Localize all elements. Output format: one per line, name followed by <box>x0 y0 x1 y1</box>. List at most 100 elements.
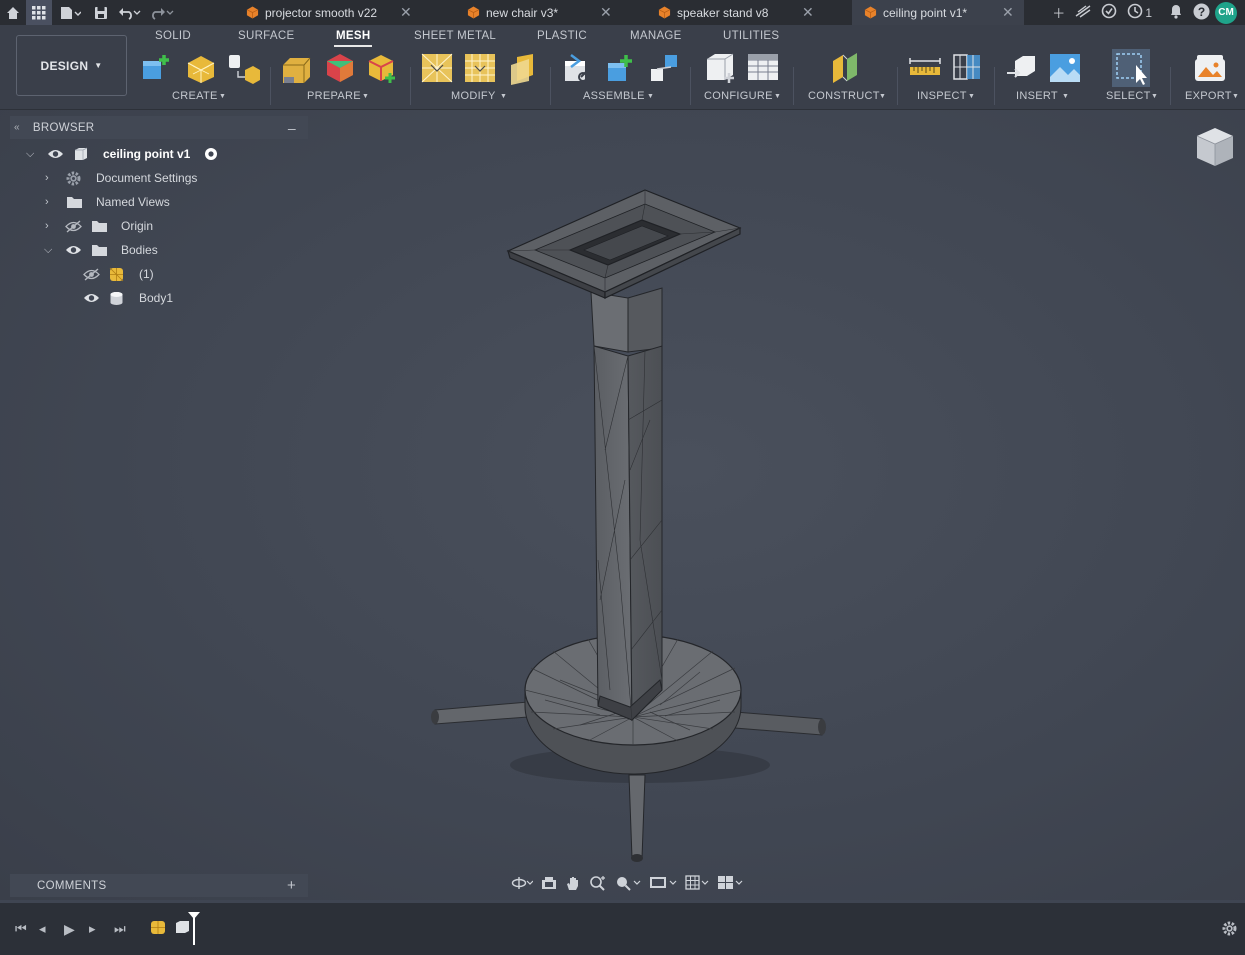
display-settings-icon[interactable] <box>649 875 677 894</box>
undo-icon[interactable] <box>114 0 146 25</box>
close-icon[interactable]: ✕ <box>802 4 814 21</box>
timeline-marker-handle[interactable] <box>187 911 201 947</box>
viewports-layout-icon[interactable] <box>717 875 743 894</box>
reduce-icon[interactable] <box>463 51 497 85</box>
tab-solid[interactable]: SOLID <box>155 30 191 42</box>
insert-derive-icon[interactable] <box>1005 51 1039 85</box>
close-icon[interactable]: ✕ <box>600 4 612 21</box>
fit-zoom-icon[interactable] <box>615 875 641 894</box>
eye-icon[interactable] <box>65 244 82 256</box>
document-tab[interactable]: speaker stand v8 ✕ <box>648 0 828 25</box>
mesh-model-stand[interactable] <box>0 110 1245 900</box>
new-component-icon[interactable] <box>561 51 595 85</box>
combine-face-groups-icon[interactable] <box>323 51 357 85</box>
canvas-image-icon[interactable] <box>1048 51 1082 85</box>
timeline-mesh-feature-icon[interactable] <box>150 919 167 936</box>
eye-icon[interactable] <box>47 148 64 160</box>
insert-mesh-icon[interactable] <box>184 51 218 85</box>
3d-viewport[interactable] <box>0 110 1245 900</box>
tab-plastic[interactable]: PLASTIC <box>537 30 587 42</box>
eye-hidden-icon[interactable] <box>83 267 100 281</box>
export-image-icon[interactable] <box>1193 51 1227 85</box>
group-create[interactable]: CREATE <box>172 90 218 102</box>
file-menu-icon[interactable] <box>52 0 88 25</box>
chevron-down-icon[interactable]: ▼ <box>362 93 369 100</box>
measure-icon[interactable] <box>908 51 942 85</box>
browser-panel-header[interactable]: « BROWSER – <box>10 116 308 139</box>
chevron-right-icon[interactable]: › <box>45 220 49 232</box>
group-configure[interactable]: CONFIGURE <box>704 90 773 102</box>
chevron-right-icon[interactable]: › <box>45 196 49 208</box>
home-icon[interactable] <box>0 0 26 25</box>
chevron-down-icon[interactable]: ▼ <box>1062 93 1069 100</box>
grid-settings-icon[interactable] <box>685 874 709 894</box>
chevron-down-icon[interactable]: ▼ <box>879 93 886 100</box>
interference-icon[interactable] <box>951 51 985 85</box>
create-configured-design-icon[interactable] <box>703 51 737 85</box>
group-prepare[interactable]: PREPARE <box>307 90 361 102</box>
chevron-down-icon[interactable]: ▼ <box>647 93 654 100</box>
document-tab[interactable]: new chair v3* ✕ <box>457 0 637 25</box>
configuration-table-icon[interactable] <box>746 51 780 85</box>
group-select[interactable]: SELECT <box>1106 90 1151 102</box>
look-at-icon[interactable] <box>541 876 557 893</box>
orbit-icon[interactable] <box>511 876 534 893</box>
comments-panel-header[interactable]: COMMENTS + <box>10 874 308 897</box>
chevron-down-icon[interactable]: ▼ <box>774 93 781 100</box>
tab-mesh[interactable]: MESH <box>333 30 373 47</box>
group-construct[interactable]: CONSTRUCT <box>808 90 880 102</box>
minimize-icon[interactable]: – <box>288 120 296 136</box>
new-tab-plus-icon[interactable]: ＋ <box>1052 3 1065 22</box>
chevron-down-icon[interactable]: ▼ <box>500 93 507 100</box>
play-icon[interactable]: ▶ <box>64 921 75 938</box>
tessellate-icon[interactable] <box>226 51 260 85</box>
group-export[interactable]: EXPORT <box>1185 90 1232 102</box>
group-inspect[interactable]: INSPECT <box>917 90 967 102</box>
save-icon[interactable] <box>88 0 114 25</box>
eye-hidden-icon[interactable] <box>65 219 82 233</box>
close-icon[interactable]: ✕ <box>400 4 412 21</box>
offset-plane-icon[interactable] <box>829 51 863 85</box>
document-tab-active[interactable]: ceiling point v1* ✕ <box>852 0 1024 25</box>
collapse-panel-icon[interactable]: « <box>14 122 20 133</box>
document-tab[interactable]: projector smooth v22 ✕ <box>236 0 426 25</box>
group-modify[interactable]: MODIFY <box>451 90 496 102</box>
tab-utilities[interactable]: UTILITIES <box>723 30 779 42</box>
group-assemble[interactable]: ASSEMBLE <box>583 90 645 102</box>
zoom-icon[interactable] <box>589 875 607 894</box>
active-component-radio-icon[interactable] <box>204 147 218 161</box>
chevron-down-icon[interactable]: ▼ <box>968 93 975 100</box>
chevron-right-icon[interactable]: › <box>45 172 49 184</box>
timeline-settings-gear-icon[interactable] <box>1221 920 1238 937</box>
as-built-joint-icon[interactable] <box>647 51 681 85</box>
create-form-icon[interactable] <box>140 51 174 85</box>
step-back-icon[interactable]: ◂ <box>39 921 46 937</box>
select-window-icon[interactable] <box>1112 49 1150 87</box>
add-comment-plus-icon[interactable]: + <box>287 877 296 894</box>
step-forward-icon[interactable]: ▸ <box>89 921 96 937</box>
tab-sheet-metal[interactable]: SHEET METAL <box>414 30 496 42</box>
tab-manage[interactable]: MANAGE <box>630 30 682 42</box>
chevron-down-icon[interactable]: ⌵ <box>26 148 34 161</box>
chevron-down-icon[interactable]: ▼ <box>1151 93 1158 100</box>
tab-surface[interactable]: SURFACE <box>238 30 294 42</box>
go-to-end-icon[interactable]: ⏭ <box>114 921 126 937</box>
chevron-down-icon[interactable]: ▼ <box>219 93 226 100</box>
chevron-down-icon[interactable]: ⌵ <box>44 244 52 257</box>
clock-icon[interactable] <box>1127 3 1143 22</box>
pan-hand-icon[interactable] <box>565 875 581 894</box>
data-panel-grid-icon[interactable] <box>26 0 52 25</box>
notification-bell-icon[interactable] <box>1169 3 1183 22</box>
redo-icon[interactable] <box>146 0 178 25</box>
workspace-switcher-button[interactable]: DESIGN ▼ <box>16 35 127 96</box>
joint-icon[interactable] <box>604 51 638 85</box>
chevron-down-icon[interactable]: ▼ <box>1232 93 1239 100</box>
group-insert[interactable]: INSERT <box>1016 90 1058 102</box>
eye-icon[interactable] <box>83 292 100 304</box>
plane-cut-icon[interactable] <box>507 51 541 85</box>
view-cube[interactable] <box>1193 124 1237 174</box>
help-icon[interactable]: ? <box>1193 3 1210 23</box>
extensions-icon[interactable] <box>1075 4 1091 21</box>
close-icon[interactable]: ✕ <box>1002 4 1014 21</box>
user-avatar[interactable]: CM <box>1215 1 1237 24</box>
